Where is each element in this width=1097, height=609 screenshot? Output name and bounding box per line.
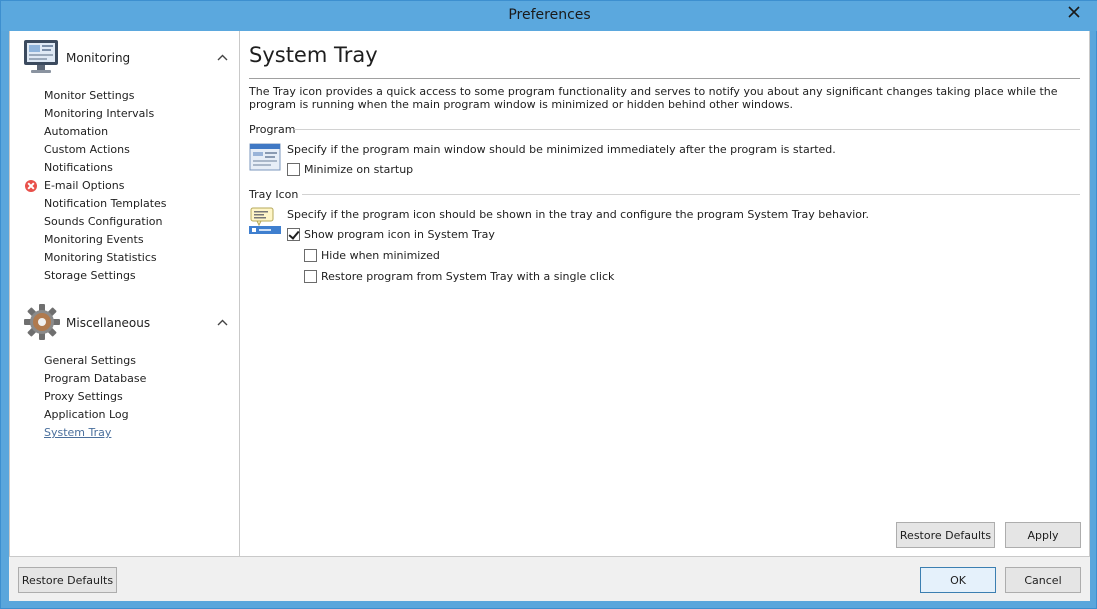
checkbox-label: Hide when minimized <box>321 248 440 262</box>
group-label-monitoring: Monitoring <box>66 51 131 65</box>
divider <box>249 78 1080 79</box>
sidebar-item-custom-actions[interactable]: Custom Actions <box>10 141 241 159</box>
hide-when-minimized-checkbox[interactable]: Hide when minimized <box>304 247 440 263</box>
divider <box>302 194 1080 195</box>
close-button[interactable] <box>1057 1 1091 23</box>
divider <box>294 129 1080 130</box>
title-bar[interactable]: Preferences <box>1 1 1097 31</box>
checkbox-box[interactable] <box>287 227 300 241</box>
sidebar-item-proxy-settings[interactable]: Proxy Settings <box>10 388 241 406</box>
checkbox-box[interactable] <box>287 162 300 176</box>
sidebar-item-notifications[interactable]: Notifications <box>10 159 241 177</box>
error-icon <box>25 180 37 192</box>
group-header-monitoring[interactable]: Monitoring <box>22 37 232 81</box>
sidebar-item-notification-templates[interactable]: Notification Templates <box>10 195 241 213</box>
tray-icon-preview-icon <box>249 207 281 234</box>
restore-defaults-button[interactable]: Restore Defaults <box>18 567 117 593</box>
group-header-miscellaneous[interactable]: Miscellaneous <box>22 302 232 346</box>
sidebar: Monitoring Monitor Settings Monitoring I… <box>9 31 240 557</box>
apply-button[interactable]: Apply <box>1005 522 1081 548</box>
checkbox-label: Show program icon in System Tray <box>304 227 495 241</box>
program-description: Specify if the program main window shoul… <box>287 143 836 156</box>
checkbox-label: Minimize on startup <box>304 162 414 176</box>
minimize-on-startup-checkbox[interactable]: Minimize on startup <box>287 161 413 177</box>
page-description: The Tray icon provides a quick access to… <box>249 85 1058 111</box>
preferences-window: Preferences Monitoring Monitor Settings … <box>0 0 1097 609</box>
close-icon <box>1068 6 1080 18</box>
main-panel: System Tray The Tray icon provides a qui… <box>240 31 1090 557</box>
window-title: Preferences <box>508 7 591 23</box>
sidebar-item-monitoring-intervals[interactable]: Monitoring Intervals <box>10 105 241 123</box>
page-title: System Tray <box>249 43 378 67</box>
sidebar-item-program-database[interactable]: Program Database <box>10 370 241 388</box>
monitor-icon <box>24 40 58 73</box>
checkbox-label: Restore program from System Tray with a … <box>321 269 615 283</box>
group-label-miscellaneous: Miscellaneous <box>66 316 151 330</box>
checkbox-box[interactable] <box>304 248 317 262</box>
sidebar-item-monitor-settings[interactable]: Monitor Settings <box>10 87 241 105</box>
chevron-up-icon[interactable] <box>217 319 228 326</box>
nav-list-monitoring: Monitor Settings Monitoring Intervals Au… <box>10 87 241 285</box>
checkbox-box[interactable] <box>304 269 317 283</box>
sidebar-item-application-log[interactable]: Application Log <box>10 406 241 424</box>
ok-button[interactable]: OK <box>920 567 996 593</box>
sidebar-item-sounds-configuration[interactable]: Sounds Configuration <box>10 213 241 231</box>
program-window-icon <box>249 143 281 171</box>
sidebar-item-monitoring-statistics[interactable]: Monitoring Statistics <box>10 249 241 267</box>
sidebar-item-label: E-mail Options <box>44 179 125 192</box>
sidebar-item-general-settings[interactable]: General Settings <box>10 352 241 370</box>
sidebar-item-email-options[interactable]: E-mail Options <box>10 177 241 195</box>
restore-single-click-checkbox[interactable]: Restore program from System Tray with a … <box>304 268 614 284</box>
sidebar-item-system-tray[interactable]: System Tray <box>10 424 241 442</box>
sidebar-item-storage-settings[interactable]: Storage Settings <box>10 267 241 285</box>
gear-icon <box>24 304 60 340</box>
chevron-up-icon[interactable] <box>217 54 228 61</box>
tray-icon-description: Specify if the program icon should be sh… <box>287 208 870 221</box>
section-label-program: Program <box>249 123 296 136</box>
show-program-icon-checkbox[interactable]: Show program icon in System Tray <box>287 226 495 242</box>
section-label-tray-icon: Tray Icon <box>249 188 299 201</box>
sidebar-item-monitoring-events[interactable]: Monitoring Events <box>10 231 241 249</box>
sidebar-item-automation[interactable]: Automation <box>10 123 241 141</box>
nav-list-miscellaneous: General Settings Program Database Proxy … <box>10 352 241 442</box>
client-area: Monitoring Monitor Settings Monitoring I… <box>9 31 1090 601</box>
restore-defaults-page-button[interactable]: Restore Defaults <box>896 522 995 548</box>
cancel-button[interactable]: Cancel <box>1005 567 1081 593</box>
